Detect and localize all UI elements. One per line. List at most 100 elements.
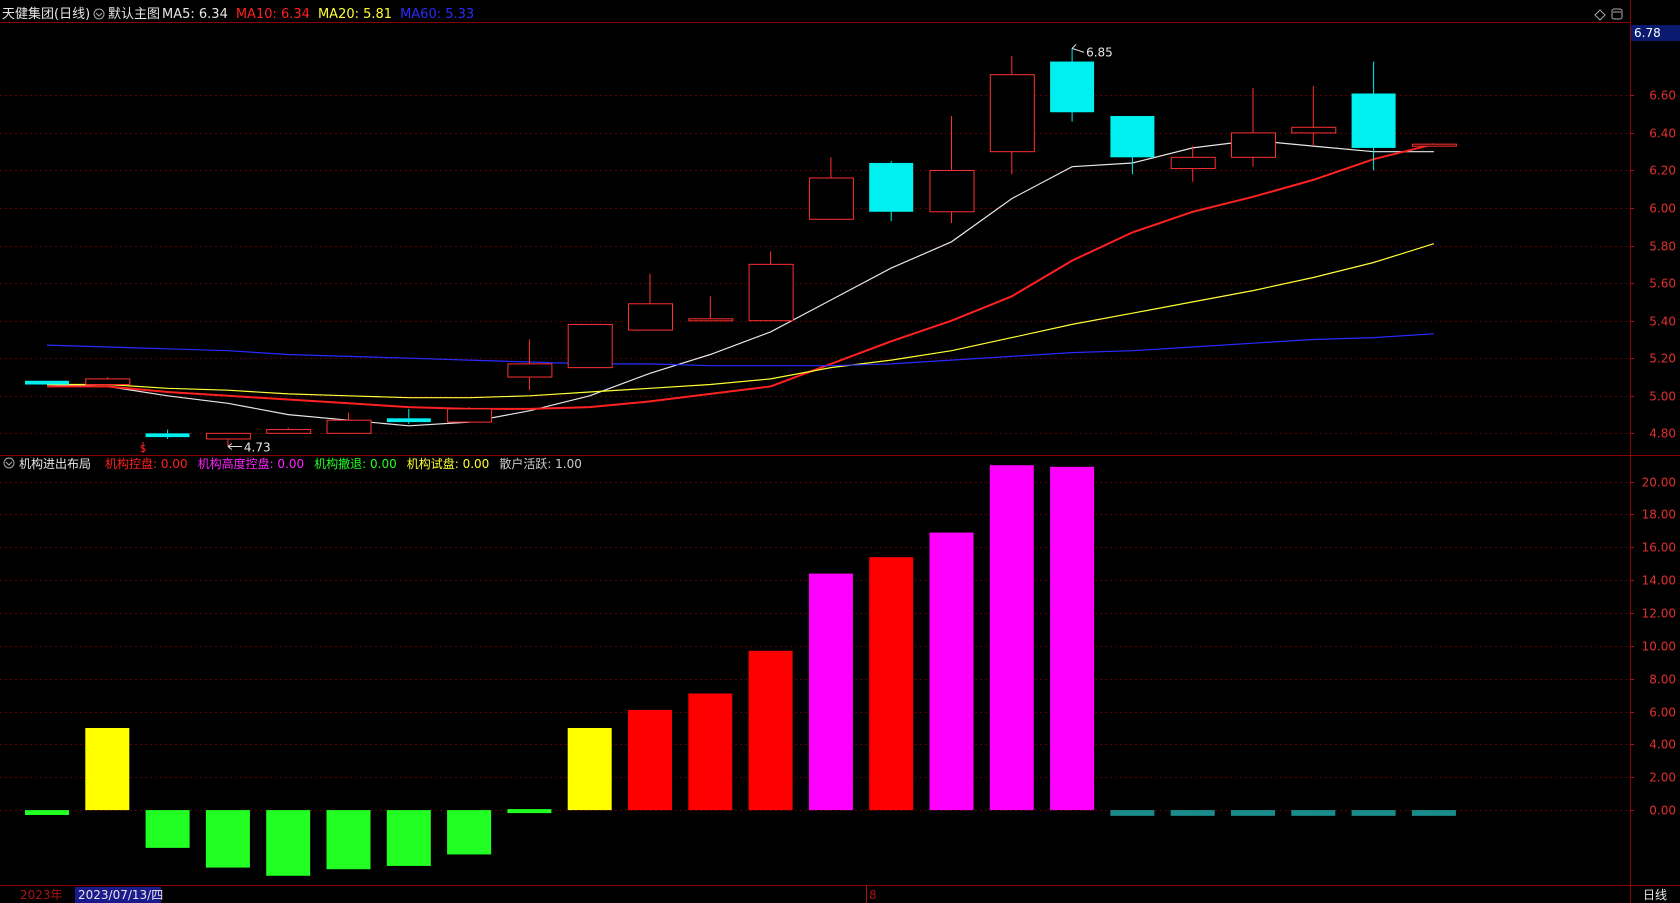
main-chart-selector[interactable]: 默认主图 [93, 6, 160, 22]
stock-chart-window: 6.60 6.40 6.20 6.00 5.80 5.60 5.40 5.20 5.00 4.80… [0, 0, 1680, 903]
indicator-bar[interactable] [1110, 810, 1155, 816]
candle-body [266, 429, 312, 434]
indicator-bar[interactable] [688, 693, 733, 811]
ma-line-ma60 [46, 333, 1434, 367]
indicator-bar[interactable] [1351, 810, 1396, 816]
candle[interactable] [386, 408, 431, 424]
indicator-bar[interactable] [447, 810, 492, 855]
indicator-bar[interactable] [989, 465, 1034, 811]
candle[interactable] [808, 157, 854, 220]
low-annotation: 4.73 [227, 440, 271, 454]
candle-body [1050, 61, 1095, 113]
candlesticks[interactable] [25, 48, 1457, 447]
candle-body [567, 323, 613, 369]
candle[interactable] [25, 380, 69, 385]
candle[interactable] [507, 339, 553, 391]
indicator-bar[interactable] [628, 709, 672, 811]
diamond-icon [1594, 9, 1606, 21]
candle-body [808, 177, 854, 220]
indicator-bar[interactable] [1231, 810, 1275, 816]
candle-body [869, 162, 914, 212]
candle[interactable] [326, 412, 372, 434]
indicator-bar[interactable] [1170, 810, 1215, 816]
candle[interactable] [869, 161, 914, 222]
current-price-value: 6.78 [1634, 26, 1661, 40]
candle-body [1170, 156, 1216, 170]
indicator-bar[interactable] [205, 810, 250, 868]
price-axis: 6.60 6.40 6.20 6.00 5.80 5.60 5.40 5.20 5.00 4.80 [1630, 89, 1676, 441]
indicator-bar[interactable] [748, 650, 793, 811]
stock-title: 天健集团(日线) [2, 6, 90, 22]
indicator-tick-label: 12.00 [1642, 607, 1676, 621]
candle-body [989, 74, 1035, 153]
current-price-tag: 6.78 [1631, 25, 1680, 41]
candle[interactable] [447, 407, 493, 423]
candle[interactable] [1411, 143, 1457, 147]
candle[interactable] [628, 273, 673, 331]
candle[interactable] [748, 251, 794, 322]
indicator-bar[interactable] [326, 810, 371, 870]
candle[interactable] [1110, 116, 1155, 175]
ma-line-ma10 [47, 143, 1435, 410]
candle[interactable] [145, 429, 190, 439]
price-tick-label: 6.20 [1649, 164, 1676, 178]
candle-body [1231, 132, 1276, 158]
indicator-bar[interactable] [266, 810, 311, 876]
candle-body [628, 303, 673, 331]
window-buttons[interactable] [1594, 8, 1623, 21]
signal-s-icon: S [140, 444, 146, 455]
candle[interactable] [688, 296, 734, 322]
price-tick-label: 5.80 [1649, 240, 1676, 254]
candle-body [507, 363, 553, 378]
candle-body [748, 263, 794, 322]
candle[interactable] [567, 323, 613, 369]
bottom-header: 机构进出布局 机构控盘: 0.00 机构高度控盘: 0.00 机构撤退: 0.00 机… [3, 456, 582, 471]
indicator-bar[interactable] [507, 809, 552, 814]
candle-body [25, 380, 69, 385]
candle[interactable] [1351, 61, 1396, 171]
candle-body [326, 419, 372, 434]
price-tick-label: 6.40 [1649, 127, 1676, 141]
indicator-bar[interactable] [929, 532, 974, 811]
buy-signal-marker: S [140, 442, 146, 455]
price-tick-label: 6.60 [1649, 89, 1676, 103]
candle[interactable] [85, 377, 131, 386]
candle[interactable] [929, 116, 975, 224]
footer-timeline[interactable]: 2023年 2023/07/13/四 8 日线 [20, 886, 1667, 903]
candle[interactable] [266, 427, 312, 434]
year-label: 2023年 [20, 888, 63, 902]
indicator-bar[interactable] [1050, 466, 1095, 811]
chart-canvas[interactable]: 6.60 6.40 6.20 6.00 5.80 5.60 5.40 5.20 5.00 4.80… [0, 0, 1680, 903]
high-price-label: 6.85 [1086, 45, 1113, 59]
candle[interactable] [1231, 87, 1276, 167]
candle[interactable] [1291, 85, 1337, 147]
ma-legend: MA5: 6.34 MA10: 6.34 MA20: 5.81 MA60: 5.33 [162, 7, 474, 22]
indicator-bar[interactable] [145, 810, 190, 848]
indicator-bar[interactable] [85, 727, 130, 811]
ma-legend-item: MA20: 5.81 [318, 7, 392, 22]
candle[interactable] [989, 55, 1035, 175]
period-label: 日线 [1643, 888, 1667, 902]
candle-body [386, 418, 431, 423]
indicator-bar[interactable] [1411, 810, 1456, 816]
candle-body [145, 433, 190, 438]
indicator-bar[interactable] [25, 810, 69, 816]
indicator-bar[interactable] [869, 557, 914, 811]
indicator-bar[interactable] [808, 573, 853, 811]
high-annotation: 6.85 [1071, 44, 1113, 59]
month-marker: 8 [869, 888, 877, 902]
indicator-bar[interactable] [1291, 810, 1336, 816]
candle-body [205, 432, 251, 440]
indicator-bars[interactable] [25, 465, 1456, 876]
candle-body [688, 318, 734, 322]
candle-body [1110, 116, 1155, 158]
indicator-bar[interactable] [386, 810, 431, 866]
ma-legend-item: MA5: 6.34 [162, 7, 228, 22]
indicator-tick-label: 10.00 [1642, 640, 1676, 654]
price-tick-label: 6.00 [1649, 202, 1676, 216]
indicator-legend-item: 机构高度控盘: 0.00 [198, 456, 305, 471]
indicator-legend-item: 机构撤退: 0.00 [314, 456, 397, 471]
price-tick-label: 5.00 [1649, 390, 1676, 404]
indicator-tick-label: 6.00 [1649, 706, 1676, 720]
indicator-bar[interactable] [567, 727, 612, 811]
